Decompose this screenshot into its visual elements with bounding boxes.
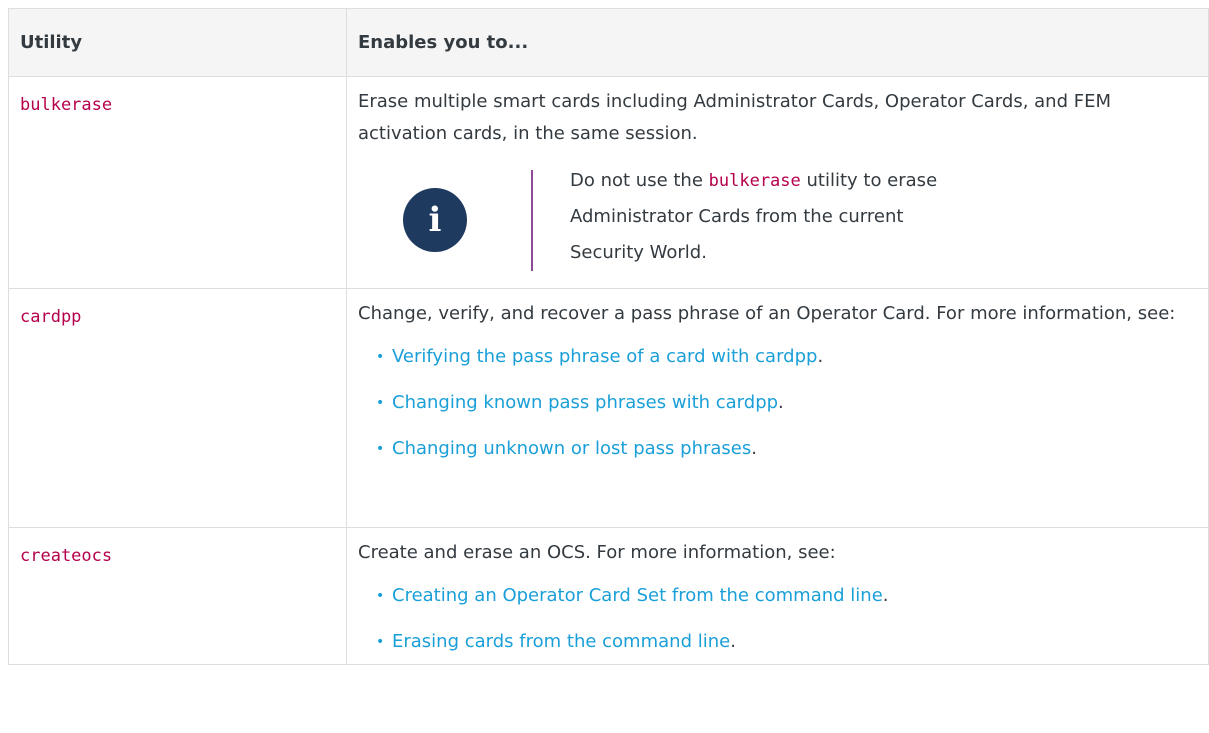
description-cell: Create and erase an OCS. For more inform… xyxy=(346,527,1209,665)
bullet: • xyxy=(376,588,385,604)
link-changing-known-pass-phrases[interactable]: Changing known pass phrases with cardpp xyxy=(392,392,778,413)
list-item: • Verifying the pass phrase of a card wit… xyxy=(376,341,1197,373)
link-creating-ocs[interactable]: Creating an Operator Card Set from the c… xyxy=(392,585,883,606)
table-header-row: Utility Enables you to... xyxy=(8,8,1209,77)
description-text: Change, verify, and recover a pass phras… xyxy=(358,303,1176,324)
table-row: bulkerase Erase multiple smart cards inc… xyxy=(8,76,1209,289)
utility-cell: cardpp xyxy=(8,288,347,528)
list-item: • Creating an Operator Card Set from the … xyxy=(376,580,1197,612)
description-cell: Erase multiple smart cards including Adm… xyxy=(346,76,1209,289)
bullet: • xyxy=(376,395,385,411)
description-cell: Change, verify, and recover a pass phras… xyxy=(346,288,1209,528)
utilities-table: Utility Enables you to... bulkerase Eras… xyxy=(8,8,1209,665)
link-erasing-cards[interactable]: Erasing cards from the command line xyxy=(392,631,730,652)
link-verifying-pass-phrase[interactable]: Verifying the pass phrase of a card with… xyxy=(392,346,817,367)
link-list: • Verifying the pass phrase of a card wit… xyxy=(358,341,1197,465)
utility-name: bulkerase xyxy=(20,95,113,115)
bullet: • xyxy=(376,441,385,457)
bullet: • xyxy=(376,634,385,650)
description-text: Erase multiple smart cards including Adm… xyxy=(358,91,1111,144)
link-list: • Creating an Operator Card Set from the … xyxy=(358,580,1197,658)
note-code: bulkerase xyxy=(708,171,801,191)
note-text: Do not use the bulkerase utility to eras… xyxy=(533,163,940,271)
utility-name: cardpp xyxy=(20,307,82,327)
utility-cell: bulkerase xyxy=(8,76,347,289)
list-item: • Changing known pass phrases with cardpp… xyxy=(376,387,1197,419)
utility-cell: createocs xyxy=(8,527,347,665)
link-changing-unknown-pass-phrases[interactable]: Changing unknown or lost pass phrases xyxy=(392,438,751,459)
list-item: • Changing unknown or lost pass phrases. xyxy=(376,433,1197,465)
bullet: • xyxy=(376,349,385,365)
list-item: • Erasing cards from the command line. xyxy=(376,626,1197,658)
info-icon: i xyxy=(403,187,467,252)
utility-name: createocs xyxy=(20,546,113,566)
table-row: cardpp Change, verify, and recover a pas… xyxy=(8,288,1209,528)
note-text-before: Do not use the xyxy=(570,170,709,191)
note-callout: i Do not use the bulkerase utility to er… xyxy=(398,168,1197,271)
header-enables: Enables you to... xyxy=(346,8,1209,77)
header-utility: Utility xyxy=(8,8,347,77)
description-text: Create and erase an OCS. For more inform… xyxy=(358,542,836,563)
table-row: createocs Create and erase an OCS. For m… xyxy=(8,527,1209,665)
